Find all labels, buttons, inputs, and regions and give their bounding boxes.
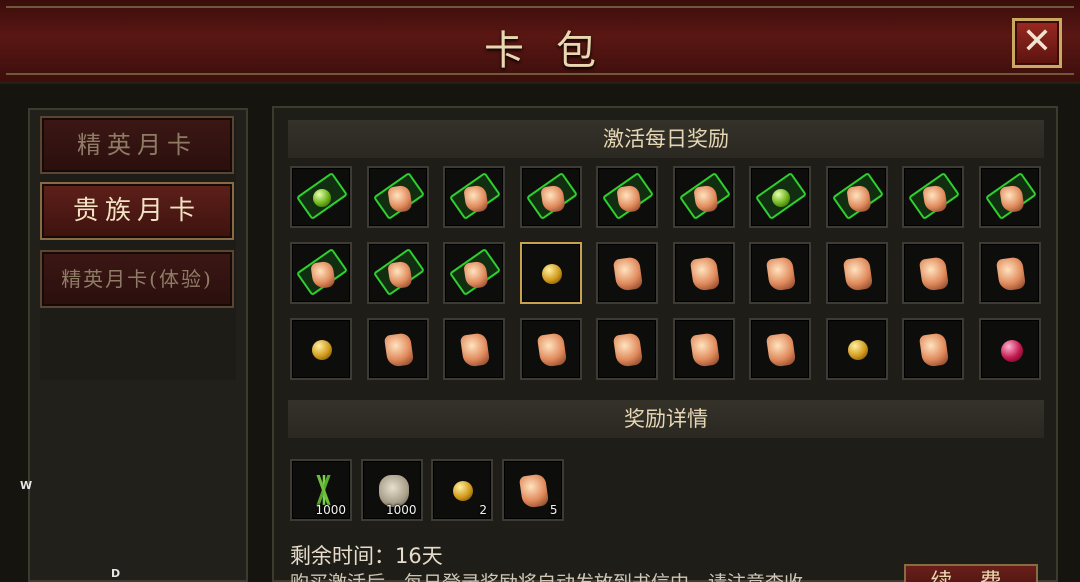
daily-reward-slot[interactable] [902, 318, 964, 380]
edge-label-w: W [20, 479, 33, 492]
daily-reward-slot[interactable] [290, 166, 352, 228]
daily-reward-slot[interactable] [978, 166, 1041, 228]
item-quantity: 1000 [385, 503, 417, 517]
remaining-time: 剩余时间：16天 [290, 544, 443, 568]
title-bar: 卡包 ✕ [0, 0, 1080, 84]
daily-reward-slot[interactable] [978, 242, 1041, 304]
crystal-icon [918, 256, 950, 292]
daily-rewards-header: 激活每日奖励 [288, 120, 1044, 158]
gold-orb-icon [847, 340, 868, 360]
daily-reward-slot[interactable] [443, 242, 505, 304]
crystal-icon [689, 256, 720, 292]
reward-notice: 购买激活后，每日登录奖励将自动发放到书信中，请注意查收 [290, 568, 820, 582]
daily-reward-slot[interactable] [672, 166, 735, 228]
close-button[interactable]: ✕ [1012, 18, 1062, 68]
crystal-icon [995, 256, 1026, 292]
crystal-icon [689, 332, 720, 368]
reward-details-header: 奖励详情 [288, 400, 1044, 438]
close-x-icon: ✕ [1021, 21, 1053, 62]
reward-detail-item[interactable]: 2 [431, 459, 493, 521]
tab-noble-monthly-card[interactable]: 贵族月卡 [40, 182, 234, 240]
card-sidebar [28, 108, 248, 582]
reward-detail-item[interactable]: 1000 [290, 459, 352, 521]
crystal-icon [765, 256, 797, 292]
crystal-icon [765, 332, 797, 368]
daily-reward-slot[interactable] [519, 242, 582, 304]
crystal-icon [383, 332, 414, 368]
crystal-icon [459, 332, 491, 368]
daily-reward-slot[interactable] [978, 318, 1041, 380]
daily-reward-slot[interactable] [825, 318, 888, 380]
item-quantity: 1000 [315, 503, 346, 517]
item-quantity: 5 [549, 503, 558, 517]
daily-reward-slot[interactable] [825, 166, 888, 228]
green-orb-icon [772, 189, 790, 207]
daily-reward-slot[interactable] [902, 242, 964, 304]
window-title: 卡包 [484, 28, 628, 74]
reward-detail-item[interactable]: 1000 [360, 459, 423, 521]
daily-reward-slot[interactable] [749, 242, 811, 304]
daily-reward-slot[interactable] [902, 166, 964, 228]
tab-elite-monthly-card-trial[interactable]: 精英月卡(体验) [40, 250, 234, 308]
daily-reward-slot[interactable] [290, 242, 352, 304]
daily-reward-slot[interactable] [749, 166, 811, 228]
crystal-icon [918, 332, 950, 368]
tab-label: 精英月卡 [77, 131, 197, 159]
daily-reward-slot[interactable] [672, 318, 735, 380]
daily-reward-slot[interactable] [366, 318, 429, 380]
tab-label: 贵族月卡 [72, 196, 201, 226]
item-quantity: 2 [479, 503, 487, 517]
tab-elite-monthly-card[interactable]: 精英月卡 [40, 116, 234, 174]
gold-orb-icon [312, 340, 332, 360]
daily-reward-slot[interactable] [519, 166, 582, 228]
crystal-icon [518, 473, 549, 509]
crystal-icon [612, 332, 644, 368]
daily-reward-slot[interactable] [443, 318, 505, 380]
daily-reward-slot[interactable] [596, 318, 658, 380]
daily-reward-slot[interactable] [596, 242, 658, 304]
gold-orb-icon [453, 481, 473, 501]
daily-reward-slot[interactable] [825, 242, 888, 304]
green-orb-icon [313, 189, 331, 207]
daily-reward-slot[interactable] [672, 242, 735, 304]
edge-label-d: D [111, 567, 121, 580]
crystal-icon [536, 332, 567, 368]
daily-reward-slot[interactable] [596, 166, 658, 228]
daily-reward-slot[interactable] [290, 318, 352, 380]
daily-reward-slot[interactable] [366, 242, 429, 304]
tab-label: 精英月卡(体验) [61, 267, 213, 291]
daily-reward-slot[interactable] [443, 166, 505, 228]
ruby-gem-icon [1000, 340, 1023, 362]
renew-button[interactable]: 续 费 [904, 564, 1038, 582]
gold-orb-icon [541, 264, 562, 284]
crystal-icon [842, 256, 873, 292]
daily-reward-slot[interactable] [749, 318, 811, 380]
daily-reward-slot[interactable] [519, 318, 582, 380]
crystal-icon [612, 256, 644, 292]
daily-reward-slot[interactable] [366, 166, 429, 228]
grass-icon [306, 475, 342, 505]
reward-detail-item[interactable]: 5 [501, 459, 564, 521]
